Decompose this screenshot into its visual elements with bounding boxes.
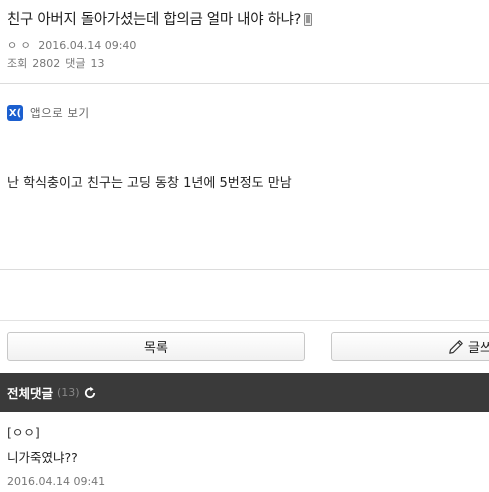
app-view-label: 앱으로 보기 xyxy=(30,106,90,120)
comment-item: [ㅇㅇ] 니가죽였냐?? 2016.04.14 09:41 xyxy=(7,422,105,488)
comment-text: 니가죽였냐?? xyxy=(7,450,78,465)
post-title: 친구 아버지 돌아가셨는데 합의금 얼마 내야 하냐? xyxy=(7,8,313,29)
list-button[interactable]: 목록 xyxy=(7,332,305,361)
list-button-label: 목록 xyxy=(144,341,168,356)
post-meta-stats: 조회 2802 댓글 13 xyxy=(7,55,110,71)
divider xyxy=(0,320,489,321)
post-body-text: 난 학식충이고 친구는 고딩 동창 1년에 5번정도 만남 xyxy=(7,176,292,191)
views-count: 2802 xyxy=(32,57,61,70)
comment-count: (13) xyxy=(57,386,80,399)
comment-section-title: 전체댓글 xyxy=(7,386,54,401)
pencil-icon xyxy=(449,339,463,354)
comment-date: 2016.04.14 09:41 xyxy=(7,475,106,488)
post-header: 친구 아버지 돌아가셨는데 합의금 얼마 내야 하냐? ㅇ ㅇ 2016.04.… xyxy=(0,0,489,84)
write-button-label: 글쓰 xyxy=(468,341,489,356)
app-view-link[interactable]: X( 앱으로 보기 xyxy=(7,104,90,122)
post-title-text: 친구 아버지 돌아가셨는데 합의금 얼마 내야 하냐? xyxy=(7,12,302,28)
write-button[interactable]: 글쓰 xyxy=(331,332,489,361)
comment-header-bar: 전체댓글 (13) xyxy=(0,373,489,412)
comments-count: 13 xyxy=(90,57,105,70)
post-content: 난 학식충이고 친구는 고딩 동창 1년에 5번정도 만남 xyxy=(0,148,489,270)
post-meta-author: ㅇ ㅇ 2016.04.14 09:40 xyxy=(7,37,136,53)
refresh-icon[interactable] xyxy=(83,386,97,400)
comments-label: 댓글 xyxy=(65,57,86,70)
mobile-phone-icon xyxy=(304,13,313,26)
views-label: 조회 xyxy=(7,57,28,70)
post-date: 2016.04.14 09:40 xyxy=(38,39,137,52)
author-name[interactable]: ㅇ ㅇ xyxy=(7,39,31,52)
app-icon: X( xyxy=(7,105,23,121)
comment-author[interactable]: [ㅇㅇ] xyxy=(7,422,105,441)
